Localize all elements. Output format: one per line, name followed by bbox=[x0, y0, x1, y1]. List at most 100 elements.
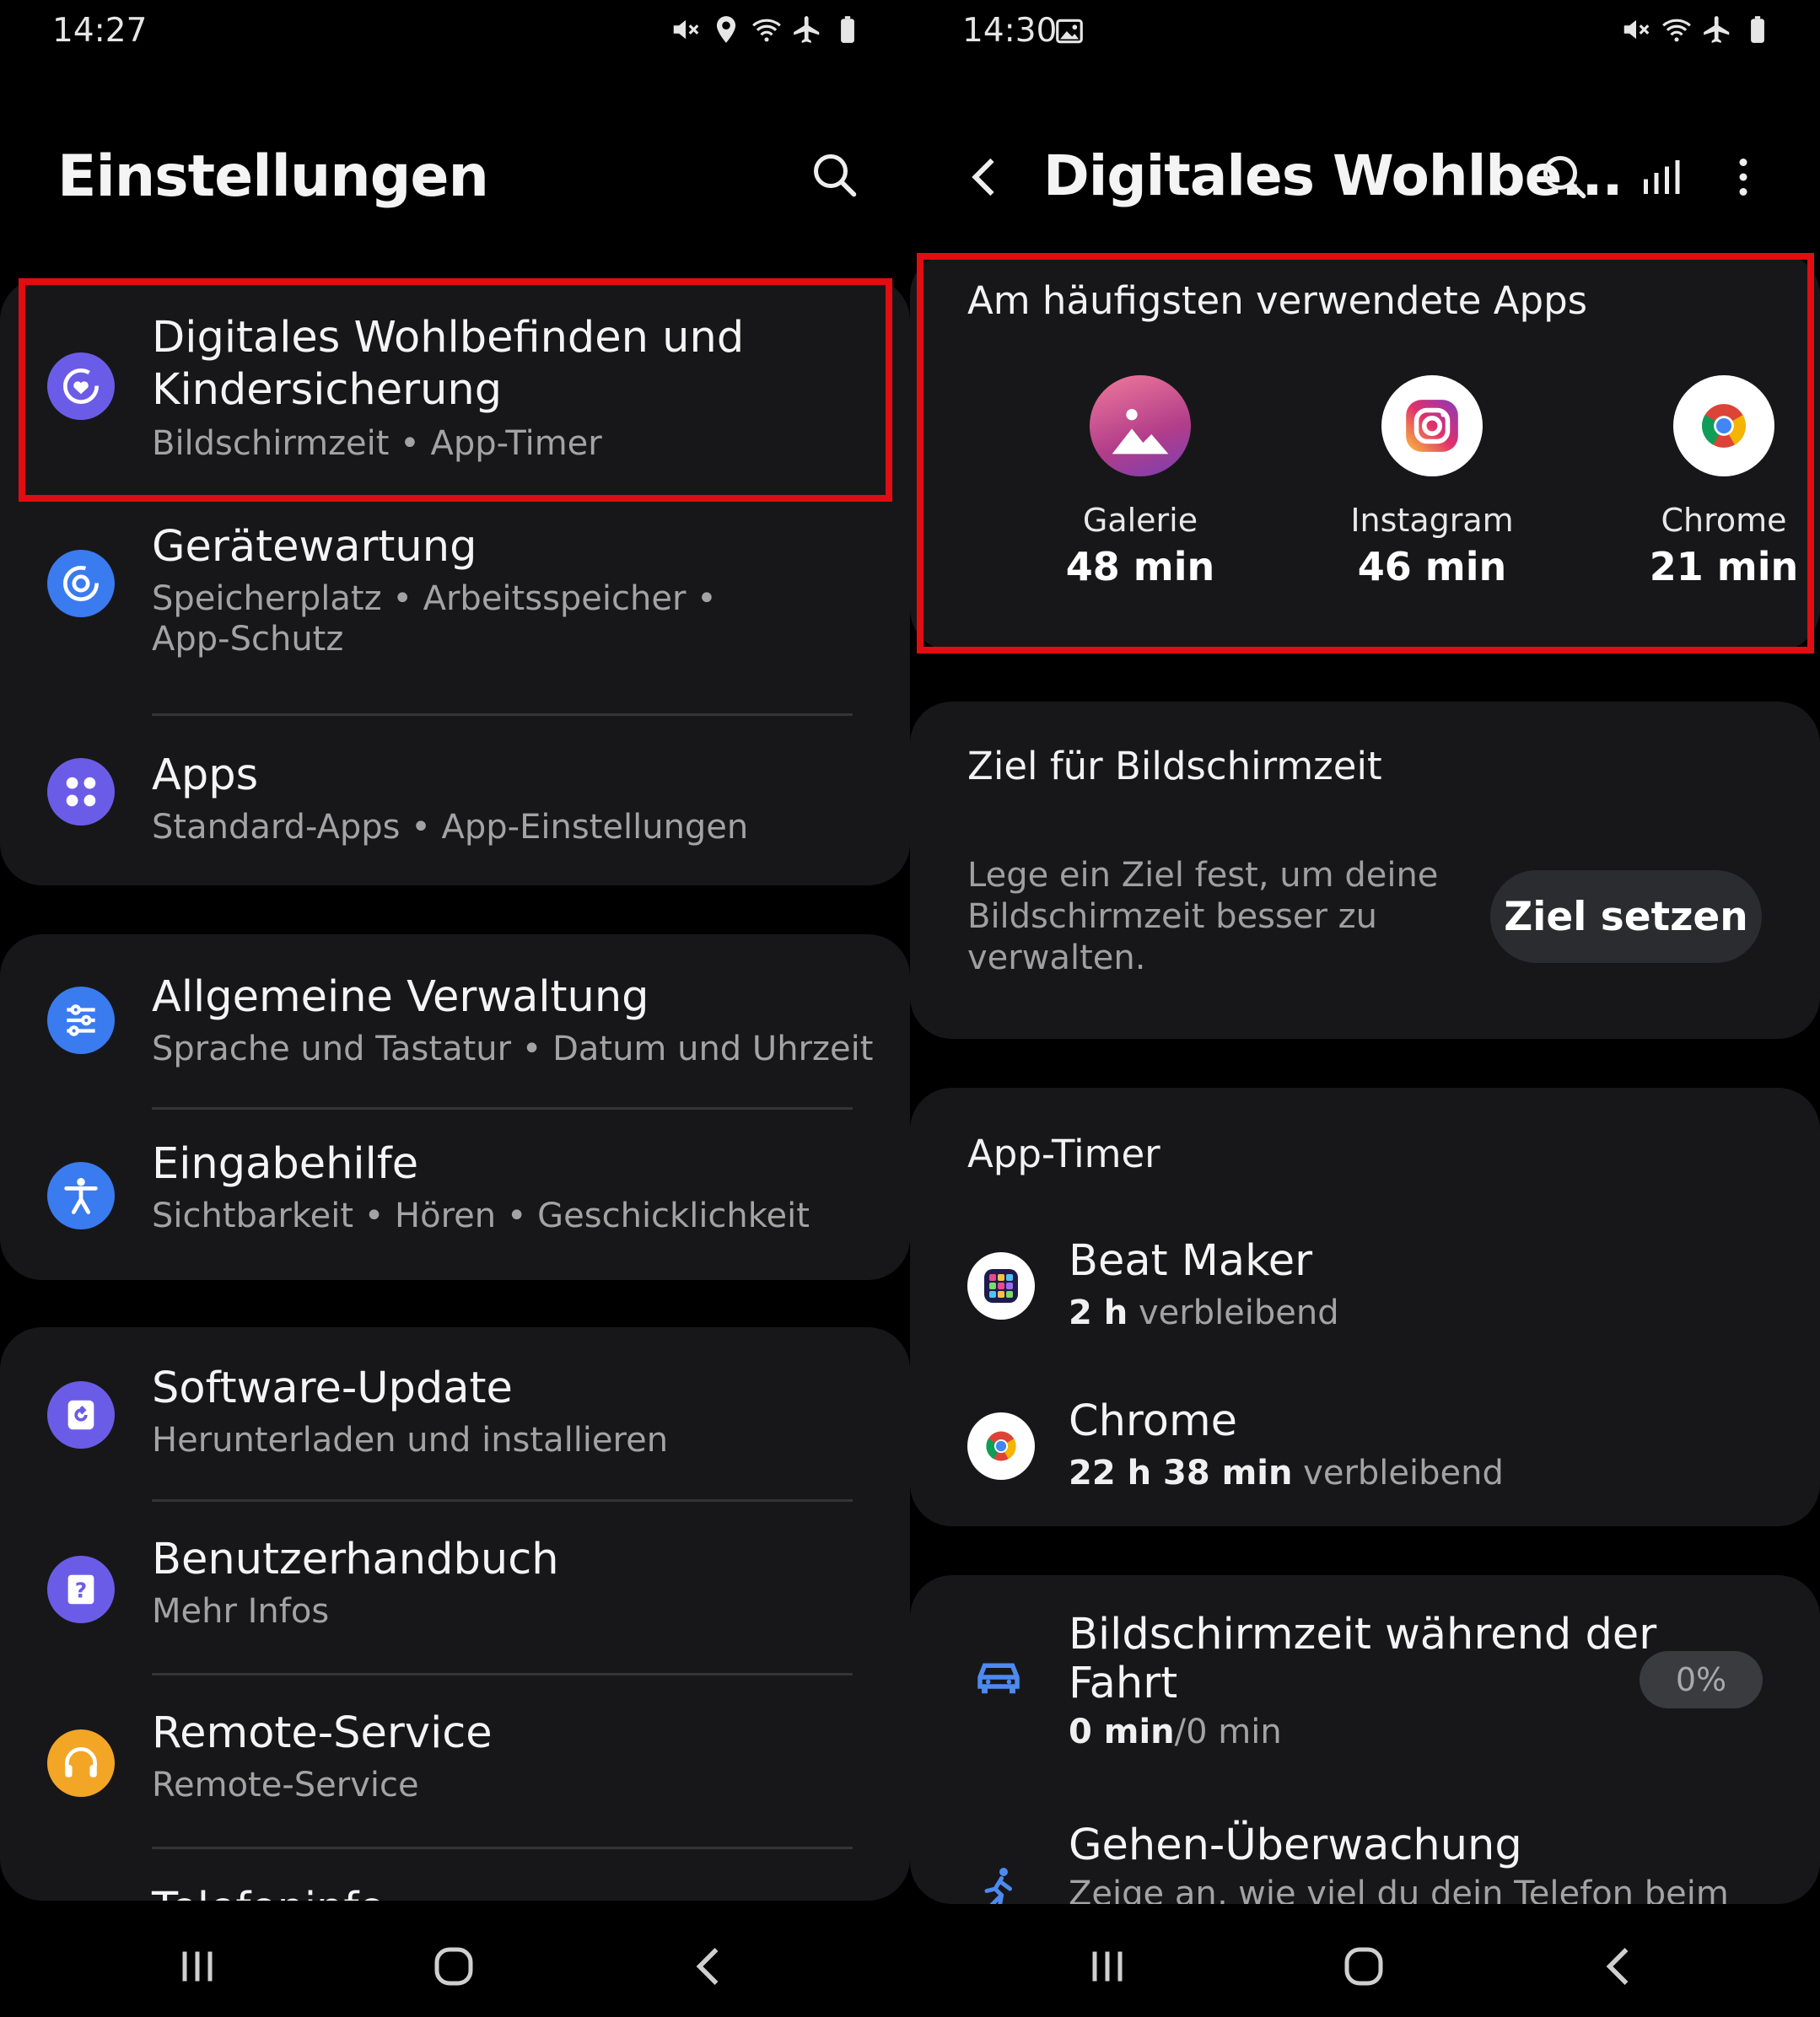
settings-screen: 14:27 Einstellungen Digitales Wohlbefind… bbox=[0, 0, 910, 2017]
headset-icon bbox=[47, 1729, 115, 1797]
app-name: Instagram bbox=[1350, 502, 1514, 539]
item-subtitle-line2: App-Schutz bbox=[152, 620, 344, 659]
airplane-icon bbox=[794, 16, 820, 43]
screen-time-goal-card: Ziel für Bildschirmzeit Lege ein Ziel fe… bbox=[910, 702, 1820, 1039]
app-timer-name: Beat Maker bbox=[1069, 1236, 1313, 1286]
help-book-icon: ? bbox=[47, 1556, 115, 1623]
item-title: Eingabehilfe bbox=[152, 1139, 419, 1189]
search-icon[interactable] bbox=[1539, 152, 1590, 202]
item-title: Apps bbox=[152, 750, 259, 800]
item-subtitle: Herunterladen und installieren bbox=[152, 1421, 669, 1460]
wifi-icon bbox=[752, 19, 781, 42]
app-usage-time: 46 min bbox=[1357, 544, 1507, 589]
item-title: Telefoninfo bbox=[152, 1883, 385, 1901]
recent-apps-icon[interactable] bbox=[172, 1941, 223, 1992]
walking-subtitle: Zeige an, wie viel du dein Telefon beim bbox=[1069, 1874, 1729, 1904]
back-icon[interactable] bbox=[1595, 1941, 1645, 1992]
digital-wellbeing-screen: 14:30 Digitales Wohlbe... Am häufigsten … bbox=[910, 0, 1820, 2017]
driving-total: /0 min bbox=[1174, 1713, 1282, 1751]
driving-title-line2: Fahrt bbox=[1069, 1659, 1178, 1708]
wifi-icon bbox=[1662, 19, 1691, 42]
settings-item-general-management[interactable]: Allgemeine Verwaltung Sprache und Tastat… bbox=[0, 934, 910, 1107]
status-icons bbox=[670, 13, 864, 46]
settings-card-1: Digitales Wohlbefinden und Kindersicheru… bbox=[0, 278, 910, 885]
most-used-app-gallery[interactable]: Galerie 48 min bbox=[1039, 375, 1241, 589]
home-icon[interactable] bbox=[1338, 1941, 1389, 1992]
settings-card-2: Allgemeine Verwaltung Sprache und Tastat… bbox=[0, 934, 910, 1280]
goal-desc-line1: Lege ein Ziel fest, um deine bbox=[967, 856, 1439, 895]
svg-text:?: ? bbox=[75, 1579, 87, 1603]
app-timer-card: App-Timer Beat Maker 2 h verbleibend Chr… bbox=[910, 1088, 1820, 1526]
home-icon[interactable] bbox=[428, 1941, 479, 1992]
driving-title-line1: Bildschirmzeit während der bbox=[1069, 1610, 1657, 1659]
app-usage-time: 48 min bbox=[1065, 544, 1215, 589]
settings-item-digital-wellbeing[interactable]: Digitales Wohlbefinden und Kindersicheru… bbox=[0, 278, 910, 498]
item-title: Remote-Service bbox=[152, 1708, 493, 1758]
app-name: Chrome bbox=[1661, 502, 1787, 539]
settings-item-apps[interactable]: Apps Standard-Apps • App-Einstellungen bbox=[0, 716, 910, 885]
walking-title: Gehen-Überwachung bbox=[1069, 1821, 1522, 1870]
status-time: 14:30 bbox=[962, 12, 1058, 50]
more-options-icon[interactable] bbox=[1718, 152, 1769, 202]
remaining-time: 2 h bbox=[1069, 1294, 1128, 1332]
most-used-apps-card: Am häufigsten verwendete Apps Galerie 48… bbox=[910, 253, 1820, 651]
chrome-icon bbox=[1673, 375, 1774, 476]
app-timer-item-beat-maker[interactable]: Beat Maker 2 h verbleibend bbox=[910, 1227, 1820, 1370]
status-time: 14:27 bbox=[52, 12, 148, 50]
driving-screen-time-item[interactable]: Bildschirmzeit während der Fahrt 0 min/0… bbox=[910, 1575, 1820, 1765]
search-icon[interactable] bbox=[810, 150, 860, 201]
item-subtitle: Remote-Service bbox=[152, 1766, 419, 1805]
item-title: Allgemeine Verwaltung bbox=[152, 972, 649, 1022]
app-timer-name: Chrome bbox=[1069, 1396, 1238, 1446]
settings-item-device-care[interactable]: Gerätewartung Speicherplatz • Arbeitsspe… bbox=[0, 498, 910, 715]
software-update-icon bbox=[47, 1381, 115, 1449]
driving-percent-badge: 0% bbox=[1640, 1651, 1763, 1708]
page-title: Digitales Wohlbe... bbox=[1043, 143, 1623, 208]
item-title: Benutzerhandbuch bbox=[152, 1535, 559, 1584]
back-arrow-icon[interactable] bbox=[961, 152, 1011, 202]
apps-grid-icon bbox=[47, 758, 115, 826]
settings-item-accessibility[interactable]: Eingabehilfe Sichtbarkeit • Hören • Gesc… bbox=[0, 1110, 910, 1278]
image-notification-icon bbox=[1056, 19, 1083, 44]
settings-item-phone-info[interactable]: Telefoninfo bbox=[0, 1849, 910, 1901]
gallery-icon bbox=[1090, 375, 1191, 476]
mute-icon bbox=[673, 19, 699, 40]
driving-walking-card: Bildschirmzeit während der Fahrt 0 min/0… bbox=[910, 1575, 1820, 1904]
item-title-line1: Digitales Wohlbefinden und bbox=[152, 313, 745, 363]
settings-item-user-manual[interactable]: ? Benutzerhandbuch Mehr Infos bbox=[0, 1502, 910, 1673]
status-bar: 14:30 bbox=[910, 0, 1820, 63]
item-subtitle: Mehr Infos bbox=[152, 1592, 330, 1631]
dashboard-icon[interactable] bbox=[1635, 152, 1686, 202]
section-title: App-Timer bbox=[967, 1132, 1160, 1176]
most-used-app-chrome[interactable]: Chrome 21 min bbox=[1623, 375, 1820, 589]
accessibility-icon bbox=[47, 1162, 115, 1229]
settings-item-software-update[interactable]: Software-Update Herunterladen und instal… bbox=[0, 1327, 910, 1499]
app-timer-item-chrome[interactable]: Chrome 22 h 38 min verbleibend bbox=[910, 1387, 1820, 1526]
beat-maker-icon bbox=[967, 1252, 1035, 1320]
navigation-bar bbox=[0, 1916, 910, 2017]
item-title: Gerätewartung bbox=[152, 522, 477, 572]
recent-apps-icon[interactable] bbox=[1082, 1941, 1133, 1992]
driving-time: 0 min/0 min bbox=[1069, 1712, 1282, 1753]
item-title: Software-Update bbox=[152, 1363, 513, 1413]
settings-card-3: Software-Update Herunterladen und instal… bbox=[0, 1327, 910, 1901]
app-timer-remaining: 22 h 38 min verbleibend bbox=[1069, 1453, 1504, 1494]
set-goal-button[interactable]: Ziel setzen bbox=[1490, 870, 1762, 963]
settings-item-remote-service[interactable]: Remote-Service Remote-Service bbox=[0, 1675, 910, 1847]
item-subtitle: Standard-Apps • App-Einstellungen bbox=[152, 808, 749, 847]
section-title: Ziel für Bildschirmzeit bbox=[967, 744, 1382, 788]
item-subtitle-line1: Speicherplatz • Arbeitsspeicher • bbox=[152, 579, 717, 618]
back-icon[interactable] bbox=[685, 1941, 735, 1992]
status-icons bbox=[1620, 13, 1774, 46]
instagram-icon bbox=[1381, 375, 1483, 476]
walking-monitor-item[interactable]: Gehen-Überwachung Zeige an, wie viel du … bbox=[910, 1820, 1820, 1904]
most-used-app-instagram[interactable]: Instagram 46 min bbox=[1331, 375, 1533, 589]
battery-icon bbox=[841, 16, 854, 43]
chrome-icon bbox=[967, 1412, 1035, 1480]
app-timer-remaining: 2 h verbleibend bbox=[1069, 1293, 1339, 1334]
status-bar: 14:27 bbox=[0, 0, 910, 63]
goal-desc-line3: verwalten. bbox=[967, 939, 1146, 977]
sliders-icon bbox=[47, 987, 115, 1054]
item-subtitle: Sprache und Tastatur • Datum und Uhrzeit bbox=[152, 1030, 874, 1068]
goal-desc-line2: Bildschirmzeit besser zu bbox=[967, 897, 1377, 936]
